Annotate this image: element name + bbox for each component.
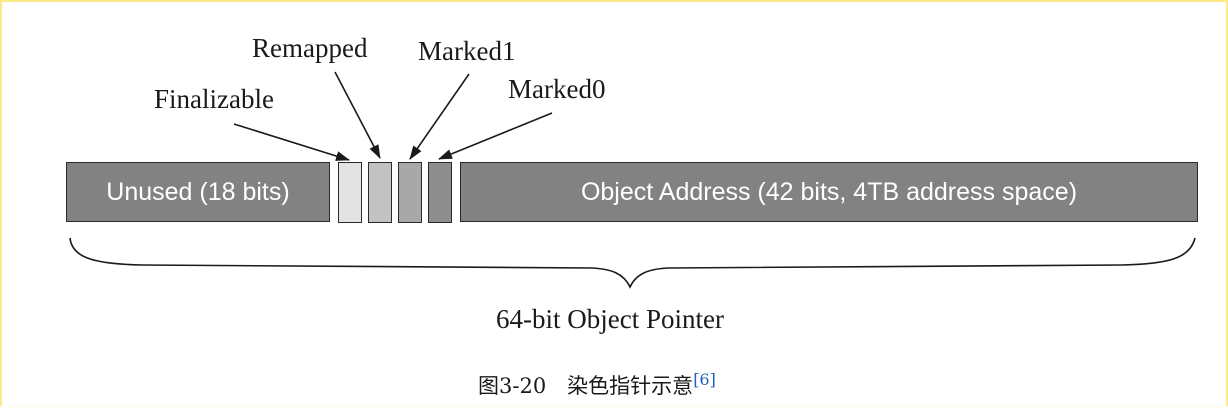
pointer-brace: [69, 237, 1196, 289]
marked0-arrow: [438, 112, 553, 160]
marked1-arrow: [409, 73, 470, 160]
remapped-arrow: [334, 71, 381, 159]
caption-citation-link[interactable]: [6]: [693, 370, 716, 389]
caption-text: 图3-20 染色指针示意: [478, 374, 694, 398]
marked1-bit: [398, 162, 422, 223]
pointer-width-label: 64-bit Object Pointer: [496, 304, 724, 334]
marked0-bit: [428, 162, 452, 223]
finalizable-arrow: [233, 123, 350, 161]
figure-frame: Remapped Marked1 Finalizable Marked0 Unu…: [0, 0, 1228, 406]
remapped-bit: [368, 162, 392, 223]
finalizable-bit: [338, 162, 362, 223]
figure-caption: 图3-20 染色指针示意[6]: [478, 372, 716, 397]
unused-segment: Unused (18 bits): [66, 162, 330, 222]
object-address-segment: Object Address (42 bits, 4TB address spa…: [460, 162, 1198, 222]
